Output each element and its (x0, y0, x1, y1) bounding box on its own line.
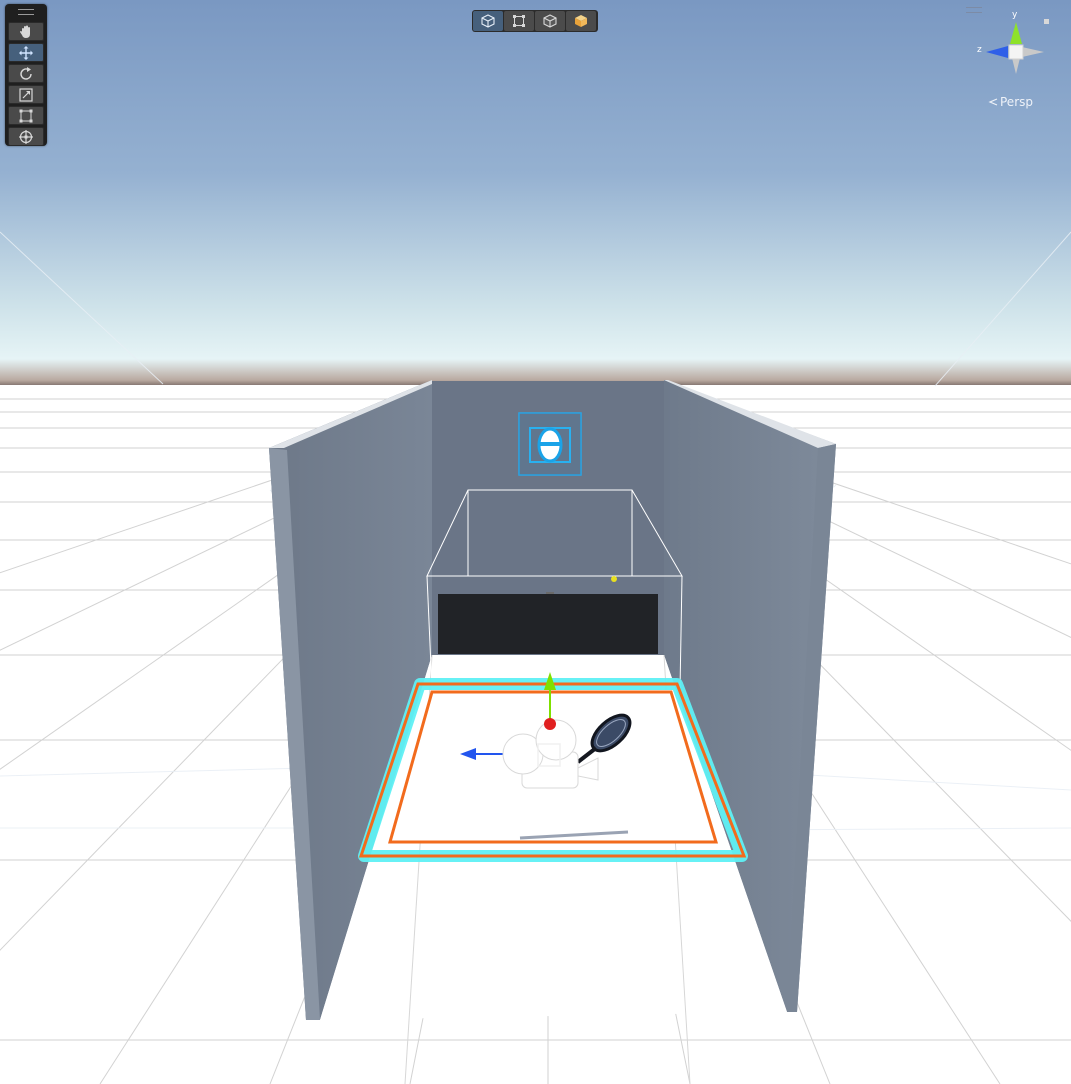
hand-tool-button[interactable] (8, 22, 44, 41)
transform-icon (19, 129, 33, 144)
scale-tool-button[interactable] (8, 85, 44, 104)
scene-view[interactable]: y z Persp (0, 0, 1071, 1084)
wireframe-cube-icon (481, 14, 495, 28)
palette-grip-handle[interactable] (18, 9, 34, 15)
tool-palette (5, 4, 47, 146)
move-tool-button[interactable] (8, 43, 44, 62)
cube-outline-icon (543, 14, 557, 28)
rect-tool-button[interactable] (8, 106, 44, 125)
view-toolbar (472, 10, 598, 32)
gizmo-z-label: z (977, 45, 982, 55)
gizmo-y-label: y (1012, 10, 1018, 20)
move-arrows-icon (19, 45, 33, 60)
cube-view-button[interactable] (535, 11, 565, 31)
projection-label: Persp (1000, 95, 1033, 109)
projection-toggle[interactable]: Persp (988, 95, 1033, 109)
perspective-icon (988, 98, 998, 106)
transform-tool-button[interactable] (8, 127, 44, 146)
hand-icon (20, 25, 30, 38)
shaded-cube-icon (575, 15, 587, 27)
orientation-gizmo[interactable] (972, 10, 1062, 90)
rect-transform-icon (19, 109, 33, 122)
rect-icon (513, 15, 525, 27)
scale-icon (19, 87, 33, 102)
rect-view-button[interactable] (504, 11, 534, 31)
rotate-icon (20, 66, 32, 80)
sky (0, 0, 1071, 386)
shaded-view-button[interactable] (566, 11, 596, 31)
rotate-tool-button[interactable] (8, 64, 44, 83)
scene-canvas[interactable] (0, 0, 1071, 1084)
camera-icon (518, 412, 582, 476)
dark-panel (438, 594, 658, 654)
wireframe-view-button[interactable] (473, 11, 503, 31)
